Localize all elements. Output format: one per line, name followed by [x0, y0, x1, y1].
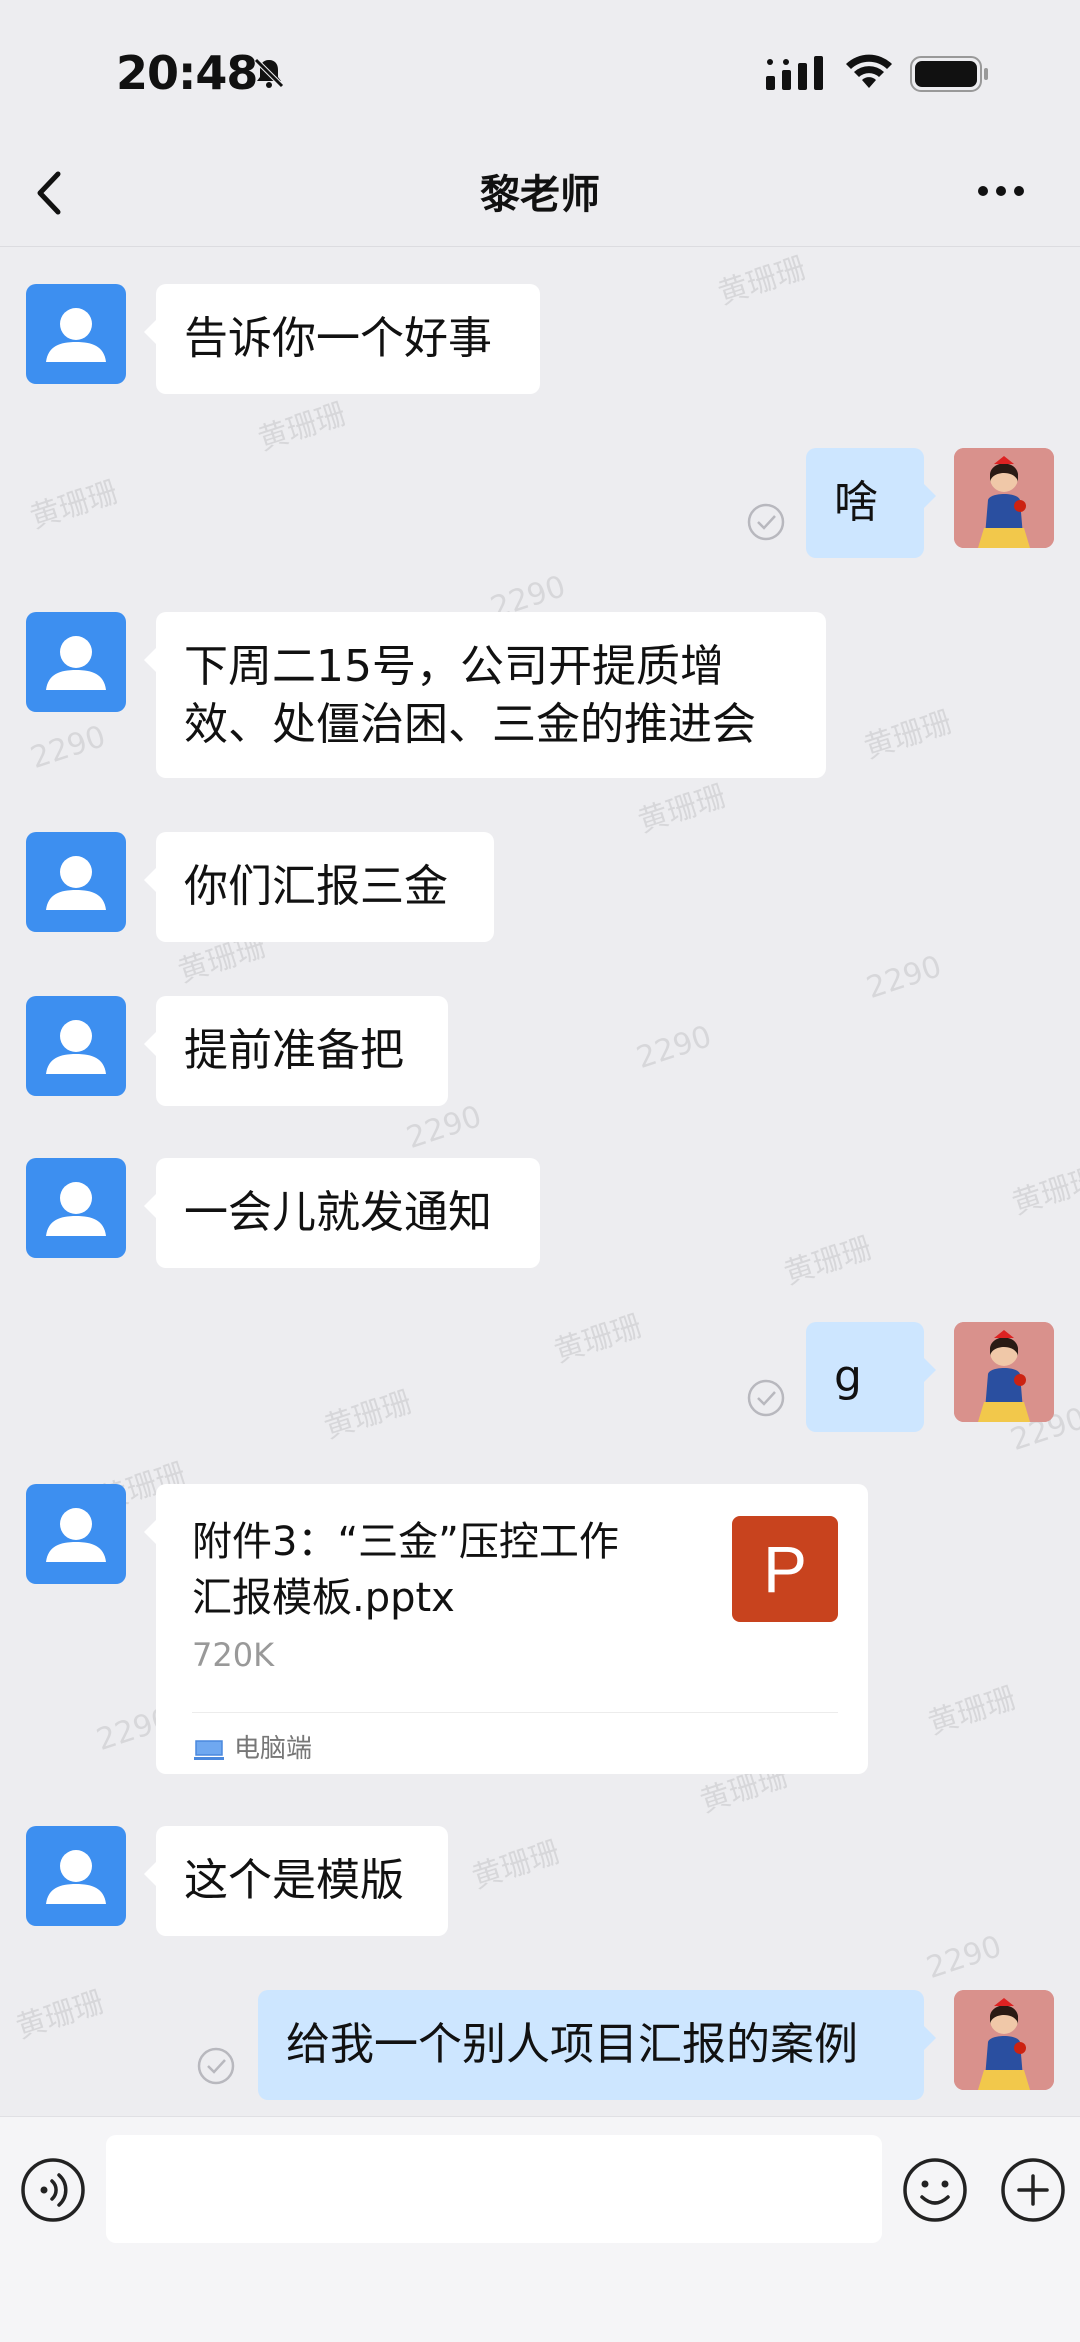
contact-avatar[interactable] — [26, 1826, 126, 1926]
message-text: 告诉你一个好事 — [184, 313, 492, 364]
status-time: 20:48 — [116, 46, 258, 100]
voice-icon[interactable] — [20, 2157, 86, 2223]
message-text: 给我一个别人项目汇报的案例 — [286, 2019, 858, 2070]
chat-title: 黎老师 — [480, 172, 600, 218]
contact-avatar[interactable] — [26, 996, 126, 1096]
contact-avatar[interactable] — [26, 284, 126, 384]
default-user-icon — [46, 1508, 106, 1562]
watermark-name: 黄珊珊 — [11, 1984, 109, 2046]
watermark-name: 黄珊珊 — [923, 1680, 1021, 1742]
read-check-icon — [197, 2047, 235, 2085]
message-text: 一会儿就发通知 — [184, 1187, 492, 1238]
message-bubble-incoming[interactable]: 提前准备把 — [144, 996, 448, 1106]
file-name: 附件3：“三金”压控工作 汇报模板.pptx — [192, 1514, 692, 1626]
watermark-name: 黄珊珊 — [713, 250, 811, 312]
message-input[interactable] — [106, 2135, 882, 2243]
watermark-code: 2290 — [922, 1929, 1006, 1986]
computer-icon — [194, 1739, 224, 1760]
plus-icon[interactable] — [1000, 2157, 1066, 2223]
default-user-icon — [46, 856, 106, 910]
watermark-code: 2290 — [862, 949, 946, 1006]
watermark-name: 黄珊珊 — [779, 1230, 877, 1292]
watermark-code: 2290 — [402, 1099, 486, 1156]
file-name-line: 汇报模板.pptx — [192, 1575, 455, 1621]
contact-avatar[interactable] — [26, 1158, 126, 1258]
message-bubble-incoming[interactable]: 下周二15号，公司开提质增 效、处僵治困、三金的推进会 — [144, 612, 826, 778]
watermark-code: 2290 — [26, 719, 110, 776]
message-text: 这个是模版 — [184, 1855, 404, 1906]
watermark-name: 黄珊珊 — [467, 1834, 565, 1896]
message-bubble-outgoing[interactable]: 给我一个别人项目汇报的案例 — [258, 1990, 936, 2100]
default-user-icon — [46, 1850, 106, 1904]
default-user-icon — [46, 308, 106, 362]
message-bubble-outgoing[interactable]: 啥 — [806, 448, 936, 558]
file-source-label: 电脑端 — [234, 1734, 313, 1764]
watermark-name: 黄珊珊 — [319, 1384, 417, 1446]
profile-picture-icon — [954, 1990, 1054, 2090]
profile-picture-icon — [954, 1322, 1054, 1422]
default-user-icon — [46, 1182, 106, 1236]
file-name-line: 附件3：“三金”压控工作 — [192, 1519, 619, 1565]
message-bubble-outgoing[interactable]: g — [806, 1322, 936, 1432]
message-bubble-incoming[interactable]: 这个是模版 — [144, 1826, 448, 1936]
powerpoint-file-icon: P — [732, 1516, 838, 1622]
input-bar — [0, 2116, 1080, 2342]
cellular-signal-icon — [766, 56, 823, 90]
watermark-name: 黄珊珊 — [1007, 1160, 1080, 1222]
mute-bell-icon — [254, 58, 284, 88]
contact-avatar[interactable] — [26, 612, 126, 712]
message-text: 啥 — [834, 477, 878, 528]
read-check-icon — [747, 503, 785, 541]
message-bubble-incoming[interactable]: 你们汇报三金 — [144, 832, 494, 942]
file-message-card[interactable]: 附件3：“三金”压控工作 汇报模板.pptx 720K P 电脑端 — [144, 1484, 868, 1774]
my-avatar[interactable] — [954, 1990, 1054, 2090]
profile-picture-icon — [954, 448, 1054, 548]
message-bubble-incoming[interactable]: 告诉你一个好事 — [144, 284, 540, 394]
wifi-icon — [846, 54, 892, 88]
contact-avatar[interactable] — [26, 832, 126, 932]
watermark-name: 黄珊珊 — [25, 474, 123, 536]
contact-avatar[interactable] — [26, 1484, 126, 1584]
message-text: 提前准备把 — [184, 1025, 404, 1076]
divider — [192, 1712, 838, 1713]
message-text-line: 效、处僵治困、三金的推进会 — [184, 699, 756, 750]
status-bar: 20:48 — [0, 0, 1080, 140]
read-check-icon — [747, 1379, 785, 1417]
message-text: 你们汇报三金 — [184, 861, 448, 912]
watermark-name: 黄珊珊 — [253, 396, 351, 458]
file-source: 电脑端 — [194, 1728, 312, 1765]
emoji-icon[interactable] — [902, 2157, 968, 2223]
watermark-name: 黄珊珊 — [549, 1308, 647, 1370]
message-text-line: 下周二15号，公司开提质增 — [184, 641, 724, 692]
default-user-icon — [46, 1020, 106, 1074]
watermark-name: 黄珊珊 — [633, 778, 731, 840]
file-size: 720K — [192, 1636, 275, 1674]
my-avatar[interactable] — [954, 448, 1054, 548]
watermark-code: 2290 — [632, 1019, 716, 1076]
watermark-name: 黄珊珊 — [859, 704, 957, 766]
battery-icon — [910, 56, 988, 92]
default-user-icon — [46, 636, 106, 690]
my-avatar[interactable] — [954, 1322, 1054, 1422]
message-text: g — [834, 1351, 862, 1402]
more-dots-icon[interactable] — [976, 184, 1026, 198]
message-bubble-incoming[interactable]: 一会儿就发通知 — [144, 1158, 540, 1268]
chat-header: 黎老师 — [0, 140, 1080, 247]
